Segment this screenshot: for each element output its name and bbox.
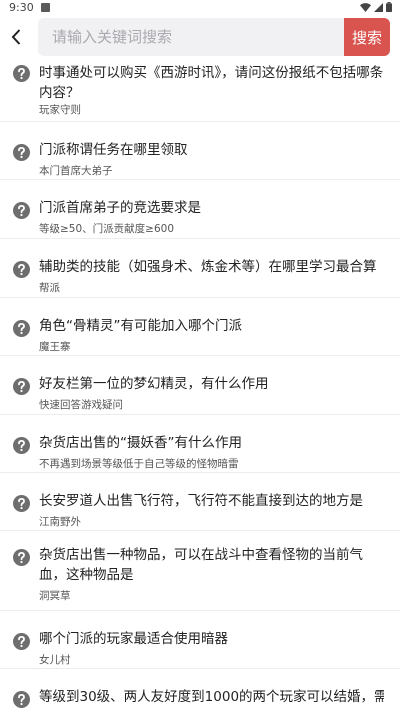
list-item[interactable]: 长安罗道人出售飞行符，飞行符不能直接到达的地方是 江南野外 bbox=[0, 473, 400, 531]
answer-text: 本门首席大弟子 bbox=[39, 165, 113, 177]
question-icon bbox=[13, 65, 30, 82]
search-header: 搜索 bbox=[0, 14, 400, 60]
answer-text: 女儿村 bbox=[39, 654, 71, 666]
question-text: 杂货店出售的“摄妖香”有什么作用 bbox=[39, 435, 242, 451]
answer-text: 玩家守则 bbox=[39, 104, 81, 116]
question-text: 好友栏第一位的梦幻精灵，有什么作用 bbox=[39, 376, 269, 392]
chevron-left-icon bbox=[11, 29, 21, 45]
search-button[interactable]: 搜索 bbox=[344, 18, 390, 56]
question-text: 等级到30级、两人友好度到1000的两个玩家可以结婚，需要 bbox=[39, 689, 384, 705]
question-text: 门派首席弟子的竞选要求是 bbox=[39, 200, 201, 216]
question-icon bbox=[13, 144, 30, 161]
answer-text: 帮派 bbox=[39, 282, 60, 294]
question-text: 角色“骨精灵”有可能加入哪个门派 bbox=[39, 318, 242, 334]
status-bar: 9:30 bbox=[0, 0, 400, 14]
status-time: 9:30 bbox=[9, 0, 34, 14]
question-icon bbox=[13, 378, 30, 395]
back-button[interactable] bbox=[0, 17, 32, 57]
list-item[interactable]: 角色“骨精灵”有可能加入哪个门派 魔王寨 bbox=[0, 298, 400, 356]
status-left: 9:30 bbox=[9, 1, 50, 14]
list-item[interactable]: 好友栏第一位的梦幻精灵，有什么作用 快速回答游戏疑问 bbox=[0, 356, 400, 415]
answer-text: 江南野外 bbox=[39, 516, 81, 528]
list-item[interactable]: 时事通处可以购买《西游时讯》，请问这份报纸不包括哪条内容？ 玩家守则 bbox=[0, 60, 400, 122]
question-list: 时事通处可以购买《西游时讯》，请问这份报纸不包括哪条内容？ 玩家守则 门派称谓任… bbox=[0, 60, 400, 709]
status-right bbox=[360, 2, 392, 12]
answer-text: 快速回答游戏疑问 bbox=[39, 399, 123, 411]
question-icon bbox=[13, 261, 30, 278]
question-icon bbox=[13, 691, 30, 708]
question-text: 门派称谓任务在哪里领取 bbox=[39, 142, 188, 158]
answer-text: 魔王寨 bbox=[39, 341, 71, 353]
question-icon bbox=[13, 549, 30, 566]
wifi-icon bbox=[360, 2, 371, 12]
answer-text: 洞冥草 bbox=[39, 590, 71, 602]
list-item[interactable]: 辅助类的技能（如强身术、炼金术等）在哪里学习最合算 帮派 bbox=[0, 239, 400, 298]
signal-icon bbox=[374, 2, 383, 12]
question-icon bbox=[13, 437, 30, 454]
question-text: 长安罗道人出售飞行符，飞行符不能直接到达的地方是 bbox=[39, 493, 363, 509]
answer-text: 不再遇到场景等级低于自己等级的怪物暗雷 bbox=[39, 458, 239, 470]
question-text: 哪个门派的玩家最适合使用暗器 bbox=[39, 631, 228, 647]
question-text: 杂货店出售一种物品，可以在战斗中查看怪物的当前气血，这种物品是 bbox=[39, 547, 363, 583]
search-box: 搜索 bbox=[38, 18, 390, 56]
question-icon bbox=[13, 202, 30, 219]
question-icon bbox=[13, 320, 30, 337]
answer-text: 等级≥50、门派贡献度≥600 bbox=[39, 223, 174, 235]
question-icon bbox=[13, 633, 30, 650]
question-text: 时事通处可以购买《西游时讯》，请问这份报纸不包括哪条内容？ bbox=[39, 65, 384, 101]
search-input[interactable] bbox=[38, 18, 344, 56]
list-item[interactable]: 杂货店出售一种物品，可以在战斗中查看怪物的当前气血，这种物品是 洞冥草 bbox=[0, 531, 400, 611]
battery-icon bbox=[386, 2, 392, 12]
list-item[interactable]: 等级到30级、两人友好度到1000的两个玩家可以结婚，需要 bbox=[0, 669, 400, 709]
question-icon bbox=[13, 495, 30, 512]
question-text: 辅助类的技能（如强身术、炼金术等）在哪里学习最合算 bbox=[39, 259, 377, 275]
list-item[interactable]: 哪个门派的玩家最适合使用暗器 女儿村 bbox=[0, 611, 400, 669]
list-item[interactable]: 门派首席弟子的竞选要求是 等级≥50、门派贡献度≥600 bbox=[0, 180, 400, 239]
list-item[interactable]: 杂货店出售的“摄妖香”有什么作用 不再遇到场景等级低于自己等级的怪物暗雷 bbox=[0, 415, 400, 473]
list-item[interactable]: 门派称谓任务在哪里领取 本门首席大弟子 bbox=[0, 122, 400, 180]
notification-icon bbox=[40, 2, 50, 12]
